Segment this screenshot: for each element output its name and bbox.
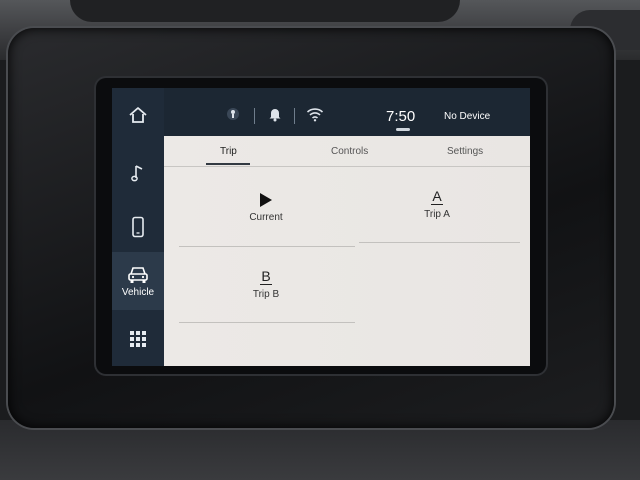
tab-trip[interactable]: Trip <box>220 146 237 157</box>
vehicle-trip-panel: Trip Controls Settings Current A Trip A … <box>164 136 530 366</box>
device-status[interactable]: No Device <box>444 111 490 122</box>
row-divider <box>179 322 355 323</box>
row-divider <box>179 246 355 247</box>
home-icon <box>129 107 147 123</box>
sidebar-item-apps[interactable] <box>112 314 164 364</box>
driver-icon[interactable] <box>226 106 240 127</box>
tab-controls[interactable]: Controls <box>331 146 368 157</box>
wifi-icon[interactable] <box>306 106 324 127</box>
car-icon <box>128 266 148 283</box>
separator <box>254 108 255 124</box>
status-bar: 7:50 No Device <box>164 88 530 136</box>
trip-current-label: Current <box>249 212 283 223</box>
clock: 7:50 <box>386 108 416 125</box>
dashboard-lip <box>70 0 460 22</box>
grid-icon <box>130 331 146 347</box>
trip-a-label: Trip A <box>424 209 450 220</box>
phone-icon <box>132 216 144 238</box>
sidebar-item-media[interactable] <box>112 148 164 198</box>
music-note-icon <box>131 165 143 182</box>
tab-settings[interactable]: Settings <box>447 146 483 157</box>
trip-a-icon: A <box>431 188 443 205</box>
infotainment-screen: Vehicle 7:50 No Device Trip Controls Set… <box>112 88 530 366</box>
pull-down-handle[interactable] <box>396 128 410 131</box>
play-icon <box>260 193 272 207</box>
bell-icon[interactable] <box>268 106 282 127</box>
sidebar-item-label: Vehicle <box>121 286 155 298</box>
trip-b-icon: B <box>260 268 272 285</box>
sidebar-item-vehicle[interactable]: Vehicle <box>112 252 164 310</box>
sidebar: Vehicle <box>112 88 164 366</box>
trip-b-label: Trip B <box>252 289 280 300</box>
row-divider <box>359 242 520 243</box>
sidebar-item-home[interactable] <box>112 90 164 140</box>
separator <box>294 108 295 124</box>
sidebar-item-phone[interactable] <box>112 202 164 252</box>
tab-divider <box>164 166 530 167</box>
active-tab-indicator <box>206 163 250 165</box>
trip-current-button[interactable]: Current <box>236 192 296 223</box>
trip-b-button[interactable]: B Trip B <box>236 268 296 300</box>
trip-a-button[interactable]: A Trip A <box>407 188 467 220</box>
dashboard-bottom <box>0 420 640 480</box>
